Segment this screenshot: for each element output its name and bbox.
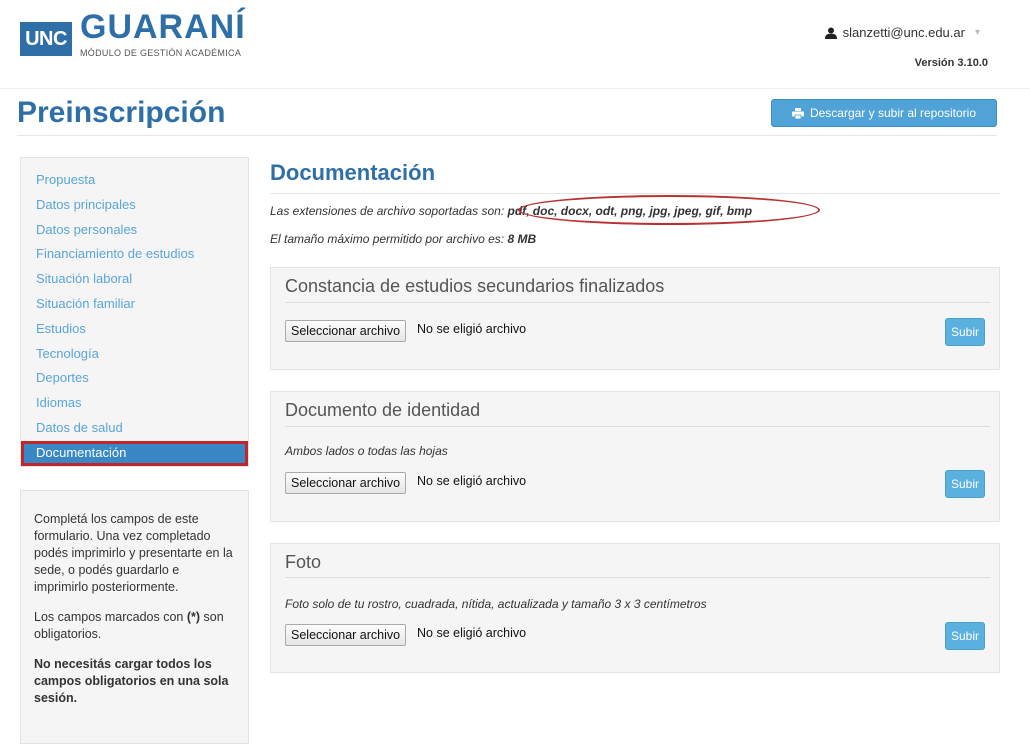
extensions-label: Las extensiones de archivo soportadas so…	[270, 204, 508, 218]
sidebar-item-situacion-familiar[interactable]: Situación familiar	[21, 292, 248, 317]
max-size-line: El tamaño máximo permitido por archivo e…	[270, 232, 536, 246]
caret-down-icon: ▾	[974, 27, 980, 38]
panel-divider	[285, 577, 990, 578]
user-icon	[824, 27, 837, 39]
version-label: Versión 3.10.0	[914, 57, 988, 69]
section-divider	[270, 193, 1000, 194]
user-email: slanzetti@unc.edu.ar	[842, 25, 965, 40]
top-bar: UNC GUARANÍ MÓDULO DE GESTIÓN ACADÉMICA …	[0, 0, 1030, 89]
file-status: No se eligió archivo	[417, 322, 527, 336]
upload-button[interactable]: Subir	[945, 622, 985, 650]
upload-button[interactable]: Subir	[945, 318, 985, 346]
file-status: No se eligió archivo	[417, 474, 527, 488]
sidebar-item-deportes[interactable]: Deportes	[21, 366, 248, 391]
info-paragraph-1: Completá los campos de este formulario. …	[34, 512, 233, 594]
max-size-value: 8 MB	[507, 232, 537, 246]
panel-divider	[285, 426, 990, 427]
panel-title: Constancia de estudios secundarios final…	[285, 276, 665, 296]
sidebar-item-situacion-laboral[interactable]: Situación laboral	[21, 267, 248, 292]
sidebar-nav: Propuesta Datos principales Datos person…	[20, 157, 249, 467]
sidebar-item-datos-principales[interactable]: Datos principales	[21, 193, 248, 218]
sidebar-item-estudios[interactable]: Estudios	[21, 317, 248, 342]
highlight-ellipse	[518, 195, 820, 225]
max-size-label: El tamaño máximo permitido por archivo e…	[270, 232, 508, 246]
sidebar-item-documentacion[interactable]: Documentación	[21, 440, 248, 466]
page-title: Preinscripción	[17, 96, 226, 129]
download-upload-button[interactable]: Descargar y subir al repositorio	[771, 99, 997, 127]
title-divider	[17, 135, 997, 136]
info-box: Completá los campos de este formulario. …	[20, 490, 249, 744]
sidebar-item-tecnologia[interactable]: Tecnología	[21, 342, 248, 367]
panel-title: Foto	[285, 552, 322, 572]
info-bold-text: No necesitás cargar todos los campos obl…	[34, 657, 229, 705]
select-file-button[interactable]: Seleccionar archivo	[285, 472, 407, 494]
panel-foto: Foto Foto solo de tu rostro, cuadrada, n…	[270, 543, 1000, 673]
panel-documento: Documento de identidad Ambos lados o tod…	[270, 391, 1000, 522]
sidebar-item-propuesta[interactable]: Propuesta	[21, 168, 248, 193]
select-file-button[interactable]: Seleccionar archivo	[285, 320, 407, 342]
panel-description: Ambos lados o todas las hojas	[285, 444, 448, 458]
print-icon	[791, 107, 804, 119]
info-paragraph-2: Los campos marcados con (*) son obligato…	[34, 609, 235, 643]
guarani-logo-name[interactable]: GUARANÍ	[80, 8, 246, 47]
panel-description: Foto solo de tu rostro, cuadrada, nítida…	[285, 597, 707, 611]
sidebar-item-datos-salud[interactable]: Datos de salud	[21, 416, 248, 441]
info-text: Los campos marcados con	[34, 610, 187, 624]
section-title: Documentación	[270, 160, 436, 185]
panel-divider	[285, 302, 990, 303]
panel-title: Documento de identidad	[285, 400, 481, 420]
sidebar-item-financiamiento[interactable]: Financiamiento de estudios	[21, 242, 248, 267]
file-status: No se eligió archivo	[417, 626, 527, 640]
upload-button[interactable]: Subir	[945, 470, 985, 498]
required-mark: (*)	[186, 610, 201, 624]
info-paragraph-3: No necesitás cargar todos los campos obl…	[34, 656, 235, 707]
unc-logo[interactable]: UNC	[20, 22, 72, 56]
panel-constancia: Constancia de estudios secundarios final…	[270, 267, 1000, 370]
logo-subtitle: MÓDULO DE GESTIÓN ACADÉMICA	[80, 48, 242, 58]
user-menu[interactable]: slanzetti@unc.edu.ar ▾	[824, 25, 980, 40]
select-file-button[interactable]: Seleccionar archivo	[285, 624, 407, 646]
sidebar-item-datos-personales[interactable]: Datos personales	[21, 218, 248, 243]
sidebar-item-idiomas[interactable]: Idiomas	[21, 391, 248, 416]
download-button-label: Descargar y subir al repositorio	[809, 106, 977, 120]
